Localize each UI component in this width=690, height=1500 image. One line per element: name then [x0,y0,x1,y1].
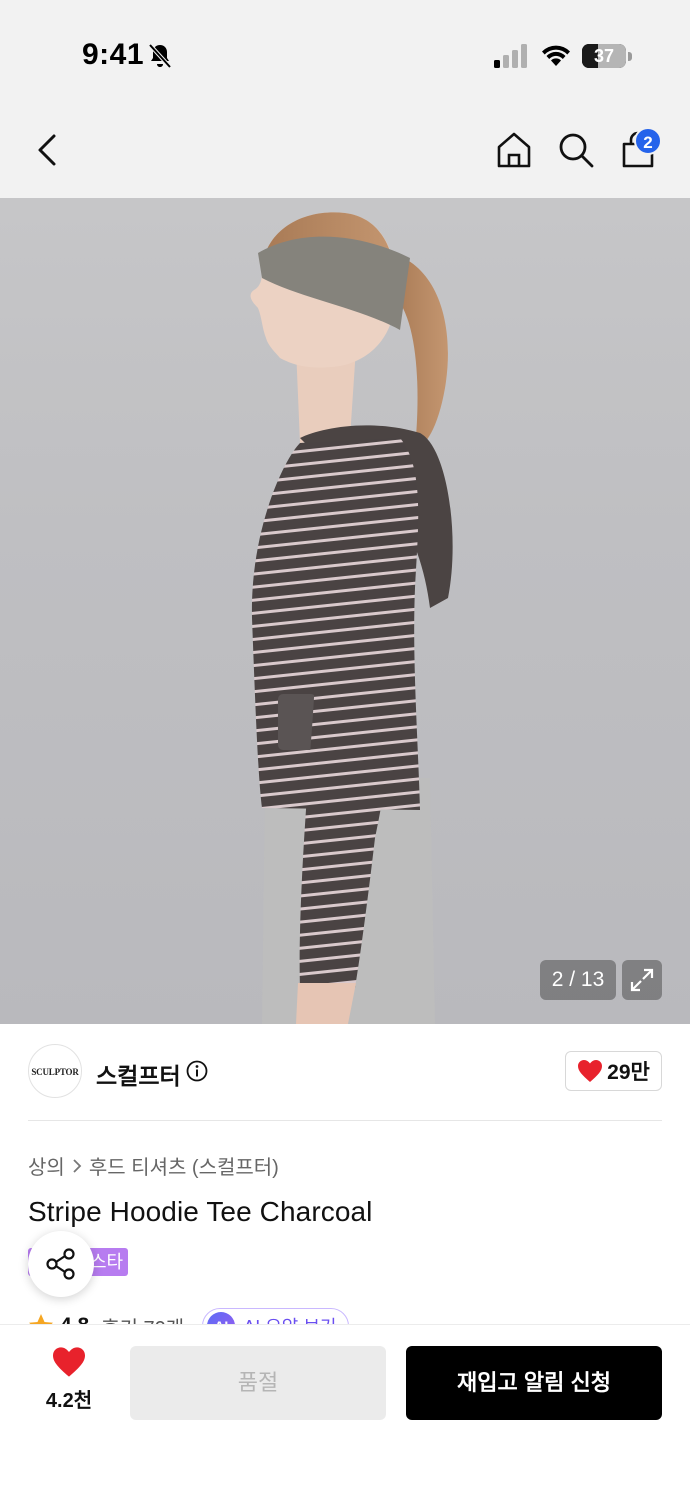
image-counter: 2 / 13 [540,960,616,1000]
heart-icon [53,1347,85,1377]
search-icon [559,133,594,168]
breadcrumb-subcategory[interactable]: 후드 티셔츠 (스컬프터) [89,1151,279,1180]
wishlist-button[interactable]: 4.2천 [30,1346,108,1418]
info-icon[interactable] [186,1060,208,1082]
back-button[interactable] [26,128,70,172]
brand-logo[interactable]: SCULPTOR [28,1044,82,1098]
cart-count-badge: 2 [634,127,662,155]
brand-like-count: 29만 [607,1061,650,1084]
chevron-left-icon [38,134,56,166]
status-time: 9:41 [82,38,145,71]
breadcrumb: 상의 후드 티셔츠 (스컬프터) [28,1151,279,1180]
bell-muted-icon [148,43,172,69]
status-bar: 9:41 37 [0,0,690,100]
product-title: Stripe Hoodie Tee Charcoal [28,1196,373,1227]
cellular-signal-icon [494,44,527,68]
wifi-icon [542,45,570,66]
heart-icon [578,1060,603,1082]
wishlist-count: 4.2천 [45,1390,93,1412]
battery-level: 37 [593,46,615,66]
divider [28,1120,662,1121]
brand-like-button[interactable]: 29만 [565,1051,662,1091]
home-button[interactable] [492,128,536,172]
share-icon [46,1248,75,1280]
share-button[interactable] [28,1231,94,1297]
product-image[interactable] [0,198,690,1024]
breadcrumb-category[interactable]: 상의 [28,1151,65,1180]
expand-icon [630,968,654,992]
product-photo-illustration [250,212,453,1024]
home-icon [497,132,531,168]
chevron-right-icon [73,1158,82,1173]
battery-icon: 37 [582,44,632,68]
restock-alert-button[interactable]: 재입고 알림 신청 [406,1346,662,1420]
sold-out-button: 품절 [130,1346,386,1420]
search-button[interactable] [554,128,598,172]
expand-image-button[interactable] [622,960,662,1000]
brand-name[interactable]: 스컬프터 [96,1057,181,1091]
top-nav [0,100,690,198]
rating-row: 4.8 후기 70개 AI AI 요약 보기 [0,1304,690,1326]
